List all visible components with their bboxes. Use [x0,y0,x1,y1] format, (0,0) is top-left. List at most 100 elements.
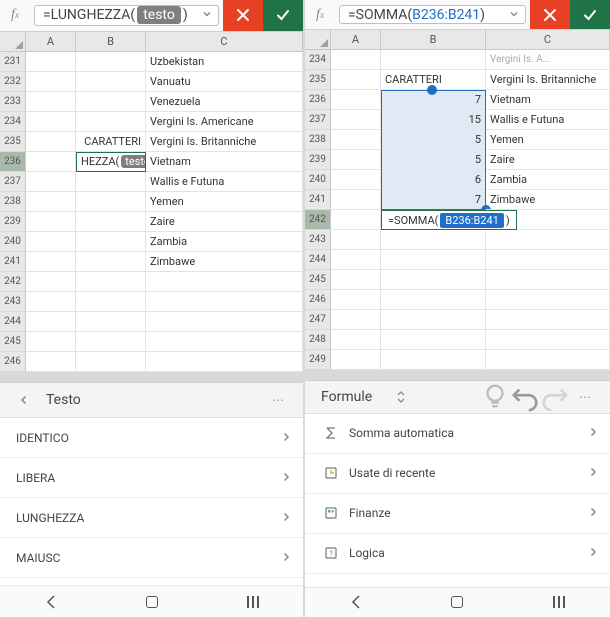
row-header[interactable]: 241 [0,252,26,272]
row-header[interactable]: 239 [0,212,26,232]
redo-icon[interactable] [540,382,570,412]
function-item[interactable]: LUNGHEZZA [0,498,303,538]
nav-home-icon[interactable] [437,596,477,608]
cell[interactable] [331,350,381,370]
row-header[interactable]: 245 [0,332,26,352]
cell[interactable] [76,332,146,352]
row-header[interactable]: 241 [305,190,331,210]
cell[interactable] [76,52,146,72]
cell[interactable] [76,232,146,252]
row-header[interactable]: 236 [305,90,331,110]
nav-recents-icon[interactable] [539,596,579,608]
cell[interactable] [486,230,610,250]
row-header[interactable]: 236 [0,152,26,172]
cell[interactable] [76,292,146,312]
cell[interactable]: Zimbawe [486,190,610,210]
row-header[interactable]: 243 [0,292,26,312]
cell[interactable]: 15 [381,110,486,130]
row-header[interactable]: 246 [0,352,26,372]
cell[interactable] [26,192,76,212]
nav-back-icon[interactable] [336,594,376,610]
cell[interactable] [76,192,146,212]
row-header[interactable]: 234 [305,50,331,70]
cell[interactable] [26,72,76,92]
cell[interactable] [26,272,76,292]
row-header[interactable]: 247 [305,310,331,330]
row-header[interactable]: 232 [0,72,26,92]
nav-recents-icon[interactable] [233,596,273,608]
cell[interactable] [331,70,381,90]
cell[interactable] [331,190,381,210]
cell[interactable]: Yemen [486,130,610,150]
select-all-corner[interactable] [0,32,26,52]
cell[interactable]: Uzbekistan [146,52,303,72]
category-item[interactable]: ATesto [305,574,610,587]
cell[interactable]: 5 [381,150,486,170]
cell[interactable] [146,292,303,312]
more-icon[interactable]: ⋯ [570,390,600,404]
row-header[interactable]: 244 [0,312,26,332]
cancel-button[interactable] [223,0,263,31]
cell[interactable]: Wallis e Futuna [146,172,303,192]
cell[interactable] [331,210,381,230]
cell[interactable]: Zaire [486,150,610,170]
cell[interactable] [331,150,381,170]
cell[interactable] [381,290,486,310]
col-header-a[interactable]: A [331,30,381,50]
cell[interactable] [26,132,76,152]
cell[interactable] [26,172,76,192]
row-header[interactable]: 234 [0,112,26,132]
cell[interactable] [76,92,146,112]
row-header[interactable]: 239 [305,150,331,170]
cell[interactable] [486,350,610,370]
confirm-button[interactable] [263,0,303,31]
select-all-corner[interactable] [305,30,331,50]
cell[interactable] [486,250,610,270]
row-header[interactable]: 240 [0,232,26,252]
formula-input[interactable]: =SOMMA( B236:B241 ) [339,5,526,24]
cell[interactable] [76,212,146,232]
cell[interactable] [486,330,610,350]
cell[interactable]: Vergini Is. A... [486,50,610,70]
row-header[interactable]: 249 [305,350,331,370]
spreadsheet-grid[interactable]: A B C 234Vergini Is. A...235CARATTERIVer… [305,30,610,370]
cell[interactable] [331,170,381,190]
category-item[interactable]: Somma automatica [305,414,610,454]
cell[interactable] [76,112,146,132]
cell[interactable] [486,310,610,330]
row-header[interactable]: 237 [305,110,331,130]
cell[interactable] [146,312,303,332]
cell[interactable] [76,72,146,92]
row-header[interactable]: 240 [305,170,331,190]
chevron-down-icon[interactable] [509,7,519,23]
cell[interactable] [76,312,146,332]
cell[interactable]: Vergini Is. Americane [146,112,303,132]
cell[interactable] [26,232,76,252]
cell[interactable]: Venezuela [146,92,303,112]
more-icon[interactable]: ⋯ [263,393,293,407]
row-header[interactable]: 242 [305,210,331,230]
cell[interactable]: =SOMMA(B236:B241) [381,210,517,230]
cell[interactable]: Vanuatu [146,72,303,92]
cell[interactable] [331,270,381,290]
col-header-b[interactable]: B [381,30,486,50]
formula-input[interactable]: =LUNGHEZZA( testo ) [34,5,219,26]
col-header-b[interactable]: B [76,32,146,52]
cell[interactable] [486,290,610,310]
col-header-a[interactable]: A [26,32,76,52]
row-header[interactable]: 238 [0,192,26,212]
cell[interactable]: 5 [381,130,486,150]
cell[interactable] [26,52,76,72]
row-header[interactable]: 235 [0,132,26,152]
cell[interactable] [331,110,381,130]
cell[interactable] [146,272,303,292]
cell[interactable] [331,310,381,330]
cell[interactable]: CARATTERI [76,132,146,152]
row-header[interactable]: 242 [0,272,26,292]
col-header-c[interactable]: C [146,32,303,52]
cell[interactable]: Vergini Is. Britanniche [146,132,303,152]
nav-back-icon[interactable] [31,594,71,610]
cell[interactable] [331,290,381,310]
category-item[interactable]: Finanze [305,494,610,534]
cell[interactable] [486,270,610,290]
